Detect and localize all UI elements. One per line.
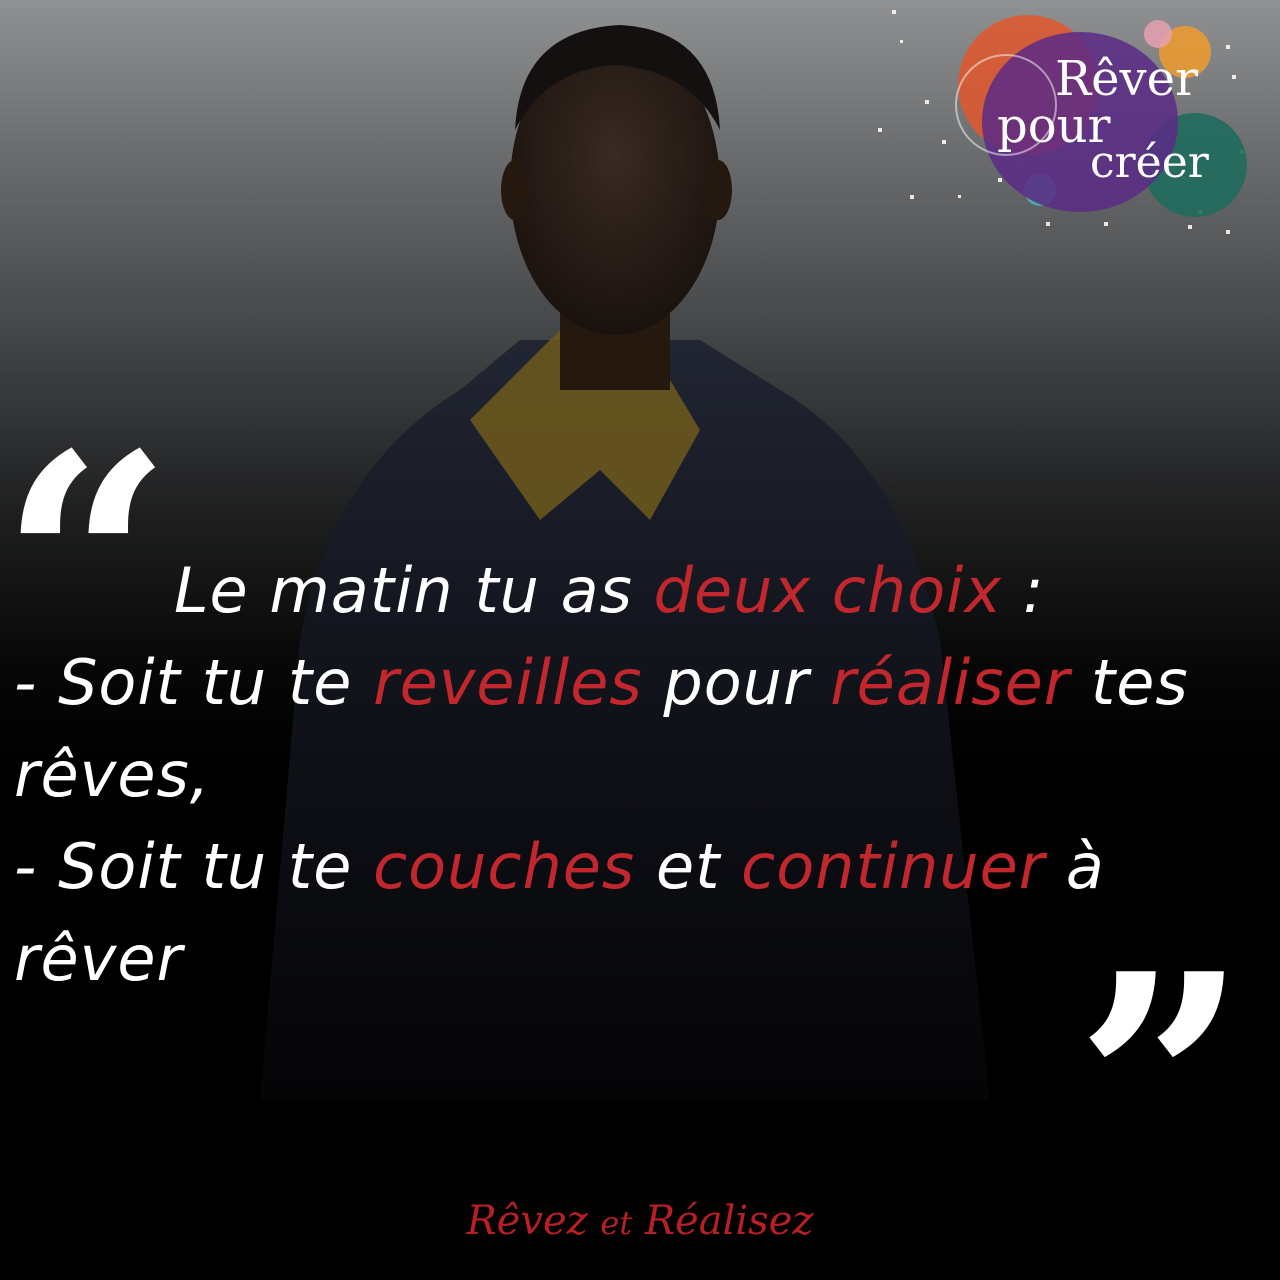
quote-segment: tes xyxy=(1070,646,1189,719)
footer-word-realisez: Réalisez xyxy=(644,1198,814,1244)
quote-line: Le matin tu as deux choix : xyxy=(14,545,1276,637)
highlighted-word: couches xyxy=(373,830,636,903)
quote-segment: - Soit tu te xyxy=(14,646,374,719)
highlighted-word: reveilles xyxy=(373,646,643,719)
quote-segment: Le matin tu as xyxy=(174,554,654,627)
logo-word-creer: créer xyxy=(1090,137,1210,188)
close-quote-mark: ” xyxy=(1075,908,1248,1261)
quote-segment: pour xyxy=(642,646,831,719)
highlighted-word: réaliser xyxy=(830,646,1071,719)
highlighted-word: deux choix xyxy=(653,554,1003,627)
quote-line: rêves, xyxy=(14,729,1276,821)
quote-line: - Soit tu te reveilles pour réaliser tes xyxy=(14,637,1276,729)
footer-signature: Rêvez et Réalisez xyxy=(0,1198,1280,1244)
footer-word-revez: Rêvez xyxy=(466,1198,588,1244)
quote-segment: - Soit tu te xyxy=(14,830,374,903)
highlighted-word: continuer xyxy=(741,830,1046,903)
quote-line: - Soit tu te couches et continuer à xyxy=(14,821,1276,913)
footer-word-et: et xyxy=(600,1204,633,1242)
quote-segment: rêves, xyxy=(14,738,211,811)
quote-segment: rêver xyxy=(14,922,183,995)
quote-segment: : xyxy=(1002,554,1045,627)
quote-segment: et xyxy=(635,830,742,903)
quote-segment: à xyxy=(1045,830,1105,903)
reve-pour-creer-logo: Rêver pour créer xyxy=(878,10,1247,234)
